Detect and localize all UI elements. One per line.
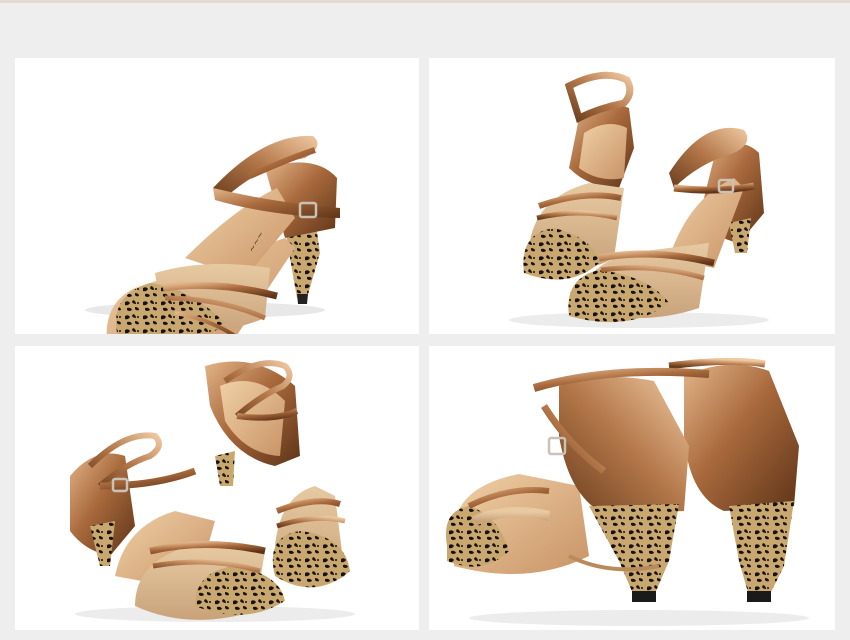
shoe-photo-icon [509, 71, 769, 328]
photo-shoe-pair-front [429, 58, 835, 334]
shoe-photo-icon: ~~~ [85, 135, 340, 334]
photo-shoe-pair-back [429, 346, 835, 630]
shoe-photo-icon [445, 357, 809, 626]
top-divider [0, 0, 850, 3]
photo-shoe-side-view: ~~~ [15, 58, 419, 334]
photo-shoe-pair-angle [15, 346, 419, 630]
shoe-photo-icon [70, 360, 355, 622]
